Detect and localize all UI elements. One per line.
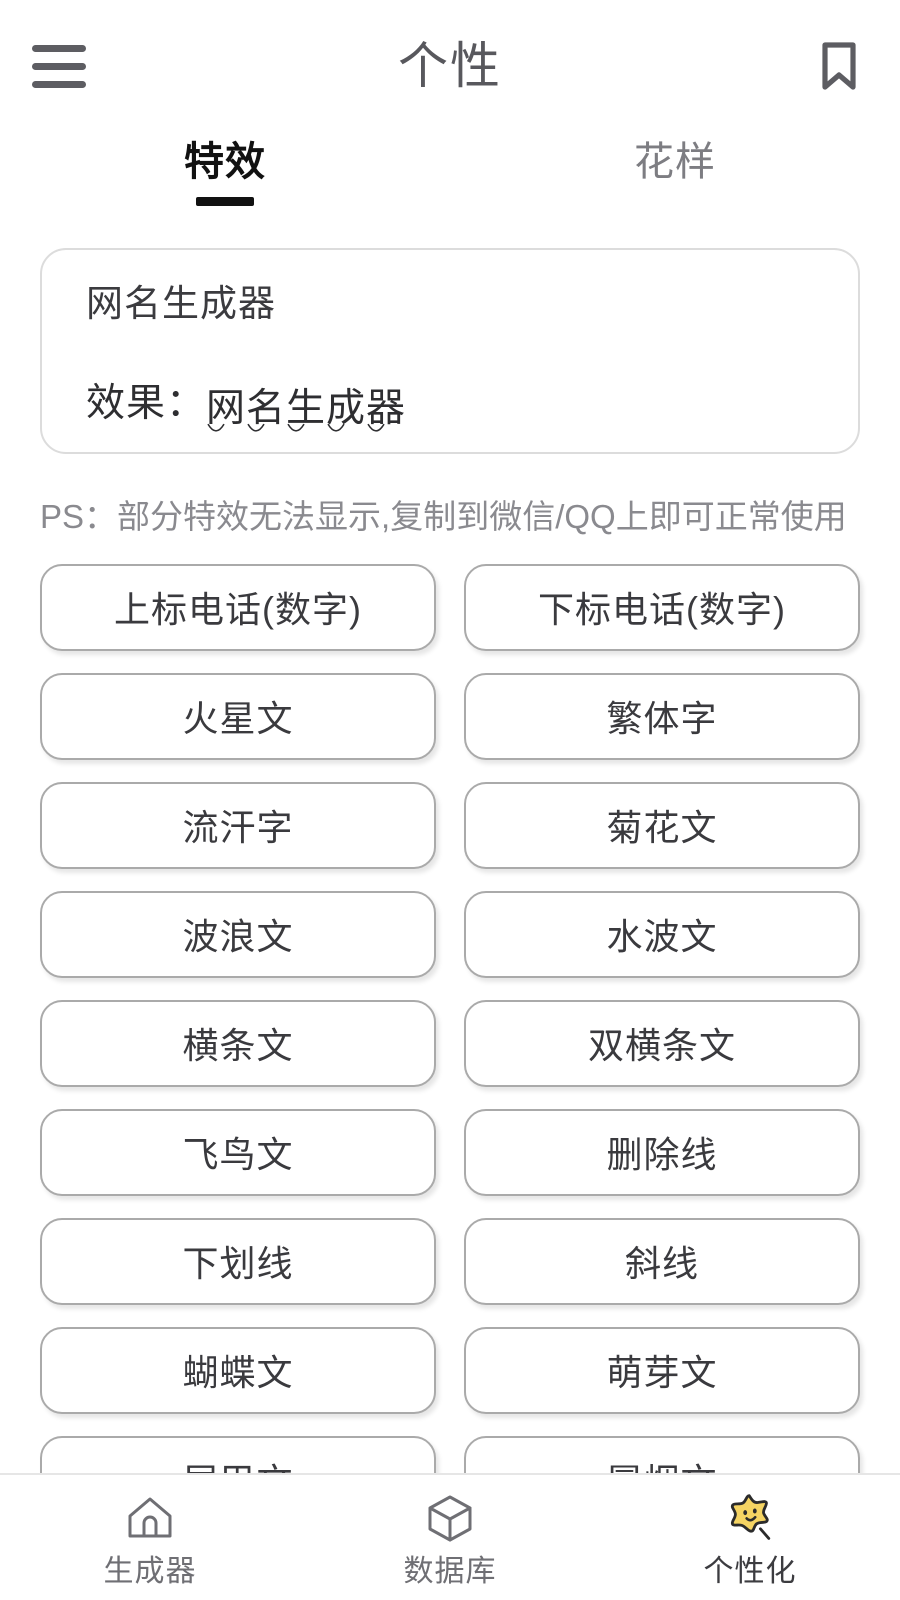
tab-special-effects[interactable]: 特效 bbox=[0, 138, 450, 206]
effect-button[interactable]: 双横条文 bbox=[464, 1000, 860, 1087]
effect-button[interactable]: 流汗字 bbox=[40, 782, 436, 869]
cube-box-icon bbox=[424, 1489, 476, 1547]
effect-button[interactable]: 火星文 bbox=[40, 673, 436, 760]
effect-button[interactable]: 尾巴文 bbox=[40, 1436, 436, 1473]
hamburger-menu-icon[interactable] bbox=[28, 35, 90, 97]
nav-item-generator-label: 生成器 bbox=[104, 1557, 197, 1587]
effect-button[interactable]: 下标电话(数字) bbox=[464, 564, 860, 651]
effect-button[interactable]: 萌芽文 bbox=[464, 1327, 860, 1414]
bottom-navigation: 生成器 数据库 个性化 bbox=[0, 1473, 900, 1600]
bookmark-icon[interactable] bbox=[808, 35, 870, 97]
tab-special-effects-label: 特效 bbox=[184, 138, 266, 186]
preview-card: 网名生成器 效果： 网名生成器 bbox=[40, 248, 860, 454]
tab-patterns-label: 花样 bbox=[634, 138, 716, 186]
effect-preview-label: 效果： bbox=[86, 372, 206, 428]
effect-button[interactable]: 飞鸟文 bbox=[40, 1109, 436, 1196]
effect-list-scroll[interactable]: 上标电话(数字) 下标电话(数字) 火星文 繁体字 流汗字 菊花文 波浪文 水波… bbox=[0, 564, 900, 1473]
effect-preview: 效果： 网名生成器 bbox=[86, 372, 406, 428]
menu-bar-1 bbox=[32, 45, 86, 52]
effect-grid: 上标电话(数字) 下标电话(数字) 火星文 繁体字 流汗字 菊花文 波浪文 水波… bbox=[40, 564, 860, 1473]
effect-button[interactable]: 冒烟文 bbox=[464, 1436, 860, 1473]
tab-bar: 特效 花样 bbox=[0, 132, 900, 240]
tab-patterns[interactable]: 花样 bbox=[450, 138, 900, 206]
effect-button[interactable]: 斜线 bbox=[464, 1218, 860, 1305]
tab-inactive-indicator bbox=[646, 197, 704, 206]
app-screen: 个性 特效 花样 网名生成器 效果： 网名生成器 bbox=[0, 0, 900, 1600]
effect-button[interactable]: 菊花文 bbox=[464, 782, 860, 869]
effect-button[interactable]: 横条文 bbox=[40, 1000, 436, 1087]
nickname-input[interactable]: 网名生成器 bbox=[86, 284, 814, 325]
effect-button[interactable]: 繁体字 bbox=[464, 673, 860, 760]
home-icon bbox=[124, 1489, 176, 1547]
effect-button[interactable]: 波浪文 bbox=[40, 891, 436, 978]
ps-note: PS：部分特效无法显示,复制到微信/QQ上即可正常使用 bbox=[40, 490, 860, 538]
nav-item-personalize[interactable]: 个性化 bbox=[600, 1489, 900, 1587]
effect-button[interactable]: 删除线 bbox=[464, 1109, 860, 1196]
tab-active-indicator bbox=[196, 197, 254, 206]
nav-item-personalize-label: 个性化 bbox=[704, 1557, 797, 1587]
effect-button[interactable]: 蝴蝶文 bbox=[40, 1327, 436, 1414]
effect-button[interactable]: 下划线 bbox=[40, 1218, 436, 1305]
nav-item-generator[interactable]: 生成器 bbox=[0, 1489, 300, 1587]
effect-button[interactable]: 上标电话(数字) bbox=[40, 564, 436, 651]
smiling-star-icon bbox=[722, 1489, 778, 1547]
app-header: 个性 bbox=[0, 0, 900, 132]
wave-decoration-icon bbox=[206, 423, 406, 441]
menu-bar-2 bbox=[32, 63, 86, 70]
effect-button[interactable]: 水波文 bbox=[464, 891, 860, 978]
nav-item-database-label: 数据库 bbox=[404, 1557, 497, 1587]
page-title: 个性 bbox=[0, 41, 900, 91]
nav-item-database[interactable]: 数据库 bbox=[300, 1489, 600, 1587]
effect-preview-value-wrap: 网名生成器 bbox=[206, 389, 406, 428]
menu-bar-3 bbox=[32, 81, 86, 88]
